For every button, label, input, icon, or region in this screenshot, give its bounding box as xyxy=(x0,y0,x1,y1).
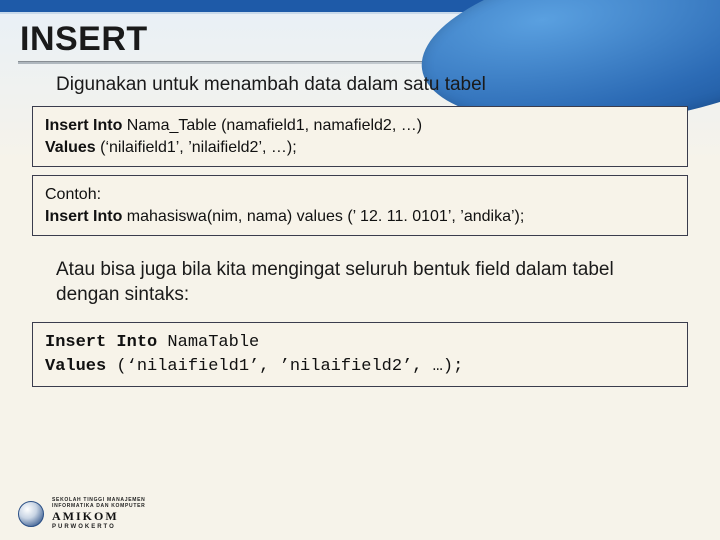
code-line: Insert Into mahasiswa(nim, nama) values … xyxy=(45,206,675,228)
keyword: Insert Into xyxy=(45,208,122,225)
footer: SEKOLAH TINGGI MANAJEMEN INFORMATIKA DAN… xyxy=(18,497,145,530)
code-text: (‘nilaifield1’, ’nilaifield2’, …); xyxy=(96,139,297,156)
footer-city: PURWOKERTO xyxy=(52,524,145,530)
footer-institution: AMIKOM xyxy=(52,509,145,524)
code-line: Values (‘nilaifield1’, ’nilaifield2’, …)… xyxy=(45,355,675,379)
code-text: mahasiswa(nim, nama) values (’ 12. 11. 0… xyxy=(122,208,524,225)
slide-body: Digunakan untuk menambah data dalam satu… xyxy=(0,74,720,387)
code-line: Values (‘nilaifield1’, ’nilaifield2’, …)… xyxy=(45,137,675,159)
code-text: Nama_Table (namafield1, namafield2, …) xyxy=(122,117,422,134)
code-line: Insert Into Nama_Table (namafield1, nama… xyxy=(45,115,675,137)
lead-paragraph: Digunakan untuk menambah data dalam satu… xyxy=(56,74,694,96)
code-line: Insert Into NamaTable xyxy=(45,331,675,355)
footer-text: SEKOLAH TINGGI MANAJEMEN INFORMATIKA DAN… xyxy=(52,497,145,530)
code-line: Contoh: xyxy=(45,184,675,206)
mid-paragraph: Atau bisa juga bila kita mengingat selur… xyxy=(56,258,664,307)
syntax-box-1: Insert Into Nama_Table (namafield1, nama… xyxy=(32,106,688,167)
code-text: NamaTable xyxy=(157,333,259,352)
keyword: Values xyxy=(45,357,106,376)
keyword: Insert Into xyxy=(45,117,122,134)
keyword: Values xyxy=(45,139,96,156)
example-box: Contoh: Insert Into mahasiswa(nim, nama)… xyxy=(32,175,688,236)
slide-title: INSERT xyxy=(0,14,720,59)
code-text: (‘nilaifield1’, ’nilaifield2’, …); xyxy=(106,357,463,376)
keyword: Insert Into xyxy=(45,333,157,352)
syntax-box-2: Insert Into NamaTable Values (‘nilaifiel… xyxy=(32,322,688,388)
institution-logo-icon xyxy=(18,501,44,527)
